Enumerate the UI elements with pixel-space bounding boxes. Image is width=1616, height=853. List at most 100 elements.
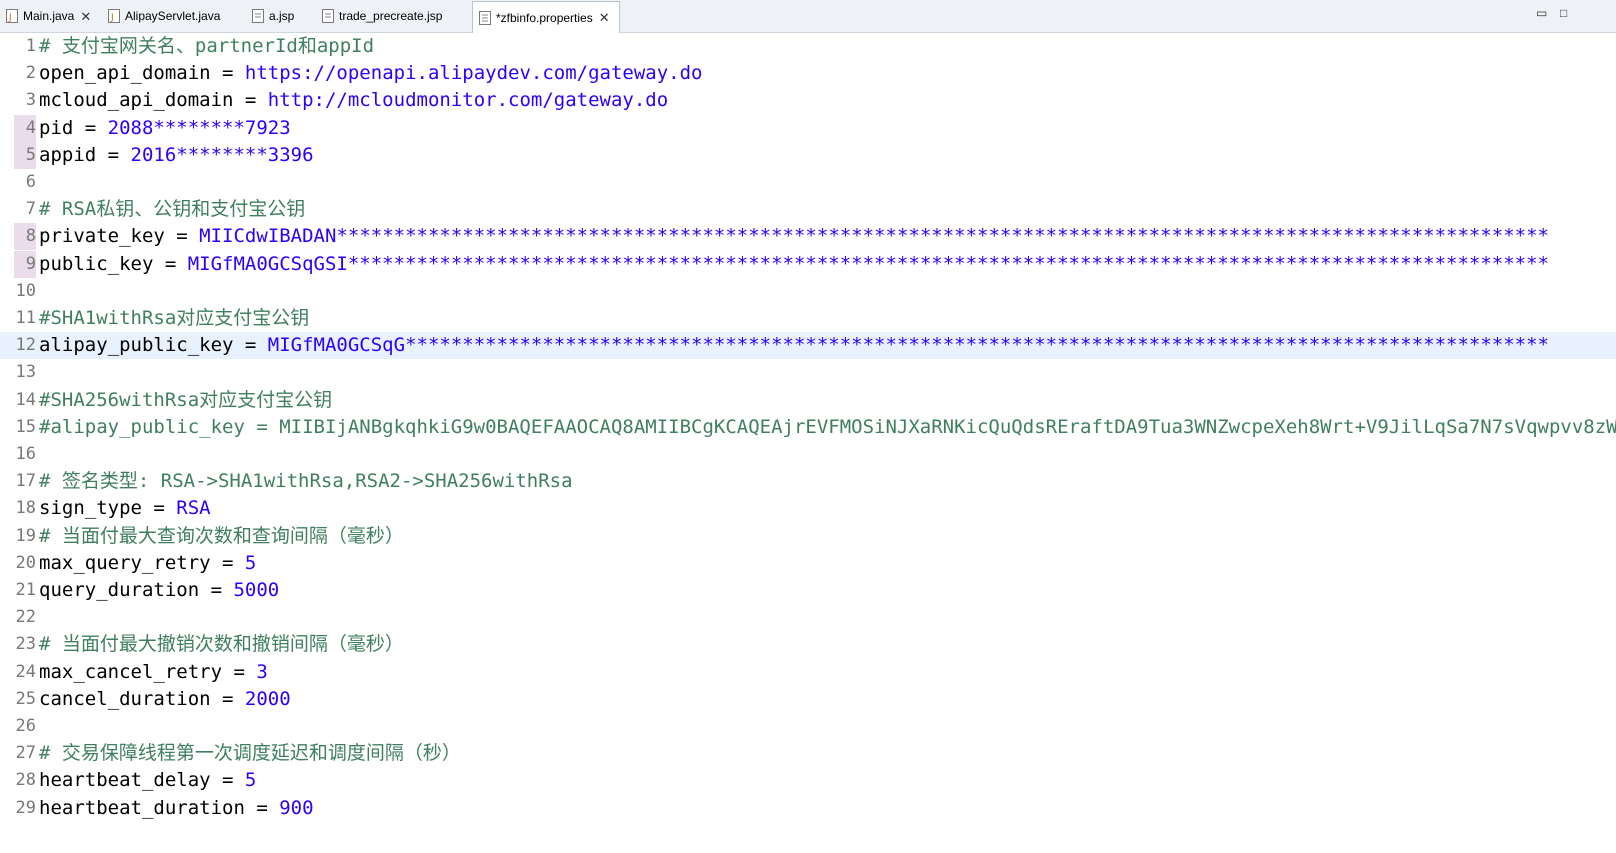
line-number: 29: [15, 797, 36, 818]
code-line[interactable]: 8 private_key = MIICdwIBADAN*************…: [0, 223, 1616, 251]
line-number: 3: [25, 90, 36, 111]
comment-text: #SHA256withRsa对应支付宝公钥: [39, 388, 333, 411]
property-value: https://openapi.alipaydev.com/gateway.do: [244, 62, 703, 85]
line-code: # 交易保障线程第一次调度延迟和调度间隔（秒）: [39, 740, 461, 767]
tab-zfbinfo-properties[interactable]: *zfbinfo.properties ✕: [472, 1, 620, 33]
property-value: 2088********7923: [107, 116, 291, 139]
code-line[interactable]: 17 # 签名类型: RSA->SHA1withRsa,RSA2->SHA256w…: [0, 468, 1616, 495]
property-key: max_cancel_retry: [39, 660, 223, 683]
line-number: 21: [15, 580, 36, 600]
equals-sign: =: [96, 143, 131, 166]
comment-text: #alipay_public_key = MIIBIjANBgkqhkiG9w0…: [39, 415, 1616, 438]
property-key: appid: [39, 143, 97, 166]
property-value: 5: [244, 551, 257, 574]
code-line[interactable]: 19 # 当面付最大查询次数和查询间隔（毫秒）: [0, 523, 1616, 550]
line-code: #SHA256withRsa对应支付宝公钥: [39, 387, 332, 414]
svg-text:J: J: [8, 13, 12, 23]
tab-label: a.jsp: [269, 9, 295, 23]
comment-text: # 当面付最大查询次数和查询间隔（毫秒）: [39, 524, 404, 547]
line-code: #alipay_public_key = MIIBIjANBgkqhkiG9w0…: [39, 414, 1616, 441]
property-value: MIGfMA0GCSqGSI**************************…: [187, 252, 1549, 275]
code-line[interactable]: 13: [0, 359, 1616, 386]
code-line[interactable]: 24 max_cancel_retry = 3: [0, 659, 1616, 686]
line-number: 25: [15, 688, 36, 709]
code-line[interactable]: 9 public_key = MIGfMA0GCSqGSI************…: [0, 250, 1616, 278]
line-code: cancel_duration = 2000: [39, 686, 291, 713]
line-number: 27: [15, 743, 36, 764]
svg-text:J: J: [110, 13, 114, 23]
line-code: #SHA1withRsa对应支付宝公钥: [39, 305, 309, 332]
property-value: 2000: [244, 687, 291, 710]
code-line[interactable]: 14 #SHA256withRsa对应支付宝公钥: [0, 387, 1616, 414]
line-code: open_api_domain = https://openapi.alipay…: [39, 60, 702, 87]
code-line[interactable]: 6: [0, 169, 1616, 196]
line-number: 14: [15, 389, 36, 410]
property-key: sign_type: [39, 497, 142, 520]
tab-a-jsp[interactable]: a.jsp: [246, 1, 312, 31]
code-line[interactable]: 5 appid = 2016********3396: [0, 141, 1616, 169]
property-key: mcloud_api_domain: [39, 89, 234, 112]
code-line[interactable]: 18 sign_type = RSA: [0, 495, 1616, 522]
property-key: private_key: [39, 225, 165, 248]
code-line[interactable]: 27 # 交易保障线程第一次调度延迟和调度间隔（秒）: [0, 740, 1616, 767]
code-line[interactable]: 15 #alipay_public_key = MIIBIjANBgkqhkiG9…: [0, 414, 1616, 441]
code-line[interactable]: 20 max_query_retry = 5: [0, 550, 1616, 577]
property-value: 2016********3396: [130, 143, 314, 166]
code-line[interactable]: 4 pid = 2088********7923: [0, 114, 1616, 142]
equals-sign: =: [210, 551, 245, 574]
equals-sign: =: [164, 225, 200, 248]
code-line[interactable]: 2 open_api_domain = https://openapi.alipa…: [0, 60, 1616, 87]
line-code: sign_type = RSA: [39, 495, 211, 522]
line-number: 2: [25, 63, 36, 84]
equals-sign: =: [210, 687, 245, 710]
code-line[interactable]: 10: [0, 278, 1616, 305]
code-line[interactable]: 7 # RSA私钥、公钥和支付宝公钥: [0, 196, 1616, 223]
code-line[interactable]: 1 # 支付宝网关名、partnerId和appId: [0, 33, 1616, 60]
maximize-icon[interactable]: □: [1560, 6, 1567, 20]
line-number: 26: [15, 716, 36, 736]
tab-alipayservlet-java[interactable]: J AlipayServlet.java: [102, 1, 238, 31]
code-line[interactable]: 11 #SHA1withRsa对应支付宝公钥: [0, 305, 1616, 332]
property-key: max_query_retry: [39, 551, 211, 574]
comment-text: # 交易保障线程第一次调度延迟和调度间隔（秒）: [39, 742, 461, 765]
code-line[interactable]: 22: [0, 604, 1616, 631]
tab-main-java[interactable]: J Main.java ✕: [0, 1, 100, 31]
property-value: MIGfMA0GCSqG****************************…: [267, 334, 1549, 357]
line-code: heartbeat_duration = 900: [39, 795, 314, 822]
code-line[interactable]: 29 heartbeat_duration = 900: [0, 795, 1616, 822]
line-number: 19: [15, 525, 36, 546]
properties-editor[interactable]: 1 # 支付宝网关名、partnerId和appId 2 open_api_domai…: [0, 33, 1616, 853]
code-line[interactable]: 21 query_duration = 5000: [0, 577, 1616, 604]
tab-trade-precreate-jsp[interactable]: trade_precreate.jsp: [316, 1, 466, 31]
code-line[interactable]: 25 cancel_duration = 2000: [0, 686, 1616, 713]
code-line[interactable]: 12 alipay_public_key = MIGfMA0GCSqG******…: [0, 332, 1616, 360]
code-line[interactable]: 28 heartbeat_delay = 5: [0, 767, 1616, 794]
code-line[interactable]: 23 # 当面付最大撤销次数和撤销间隔（毫秒）: [0, 631, 1616, 658]
line-number: 7: [25, 199, 36, 220]
line-number: 8: [14, 223, 36, 251]
code-line[interactable]: 16: [0, 441, 1616, 468]
line-code: query_duration = 5000: [39, 577, 279, 604]
minimize-icon[interactable]: ▭: [1536, 6, 1547, 20]
tab-label: trade_precreate.jsp: [339, 9, 443, 23]
code-line[interactable]: 3 mcloud_api_domain = http://mcloudmonito…: [0, 87, 1616, 114]
line-code: pid = 2088********7923: [39, 115, 291, 142]
tab-label: AlipayServlet.java: [125, 9, 221, 23]
equals-sign: =: [210, 62, 245, 85]
close-icon[interactable]: ✕: [80, 10, 91, 23]
line-number: 1: [25, 36, 36, 56]
line-number: 23: [15, 634, 36, 655]
code-line[interactable]: 26: [0, 713, 1616, 740]
property-key: open_api_domain: [39, 62, 211, 85]
property-key: public_key: [39, 252, 154, 275]
line-number: 6: [25, 172, 36, 192]
line-code: # 签名类型: RSA->SHA1withRsa,RSA2->SHA256wit…: [39, 468, 573, 495]
close-icon[interactable]: ✕: [599, 11, 610, 24]
equals-sign: =: [233, 334, 268, 357]
line-code: heartbeat_delay = 5: [39, 767, 256, 794]
line-number: 20: [15, 552, 36, 573]
jsp-file-icon: [322, 9, 334, 23]
editor-tab-bar: J Main.java ✕ J AlipayServlet.java a.jsp…: [0, 0, 1616, 33]
property-key: pid: [39, 116, 74, 139]
comment-text: # 签名类型: RSA->SHA1withRsa,RSA2->SHA256wit…: [39, 470, 573, 493]
